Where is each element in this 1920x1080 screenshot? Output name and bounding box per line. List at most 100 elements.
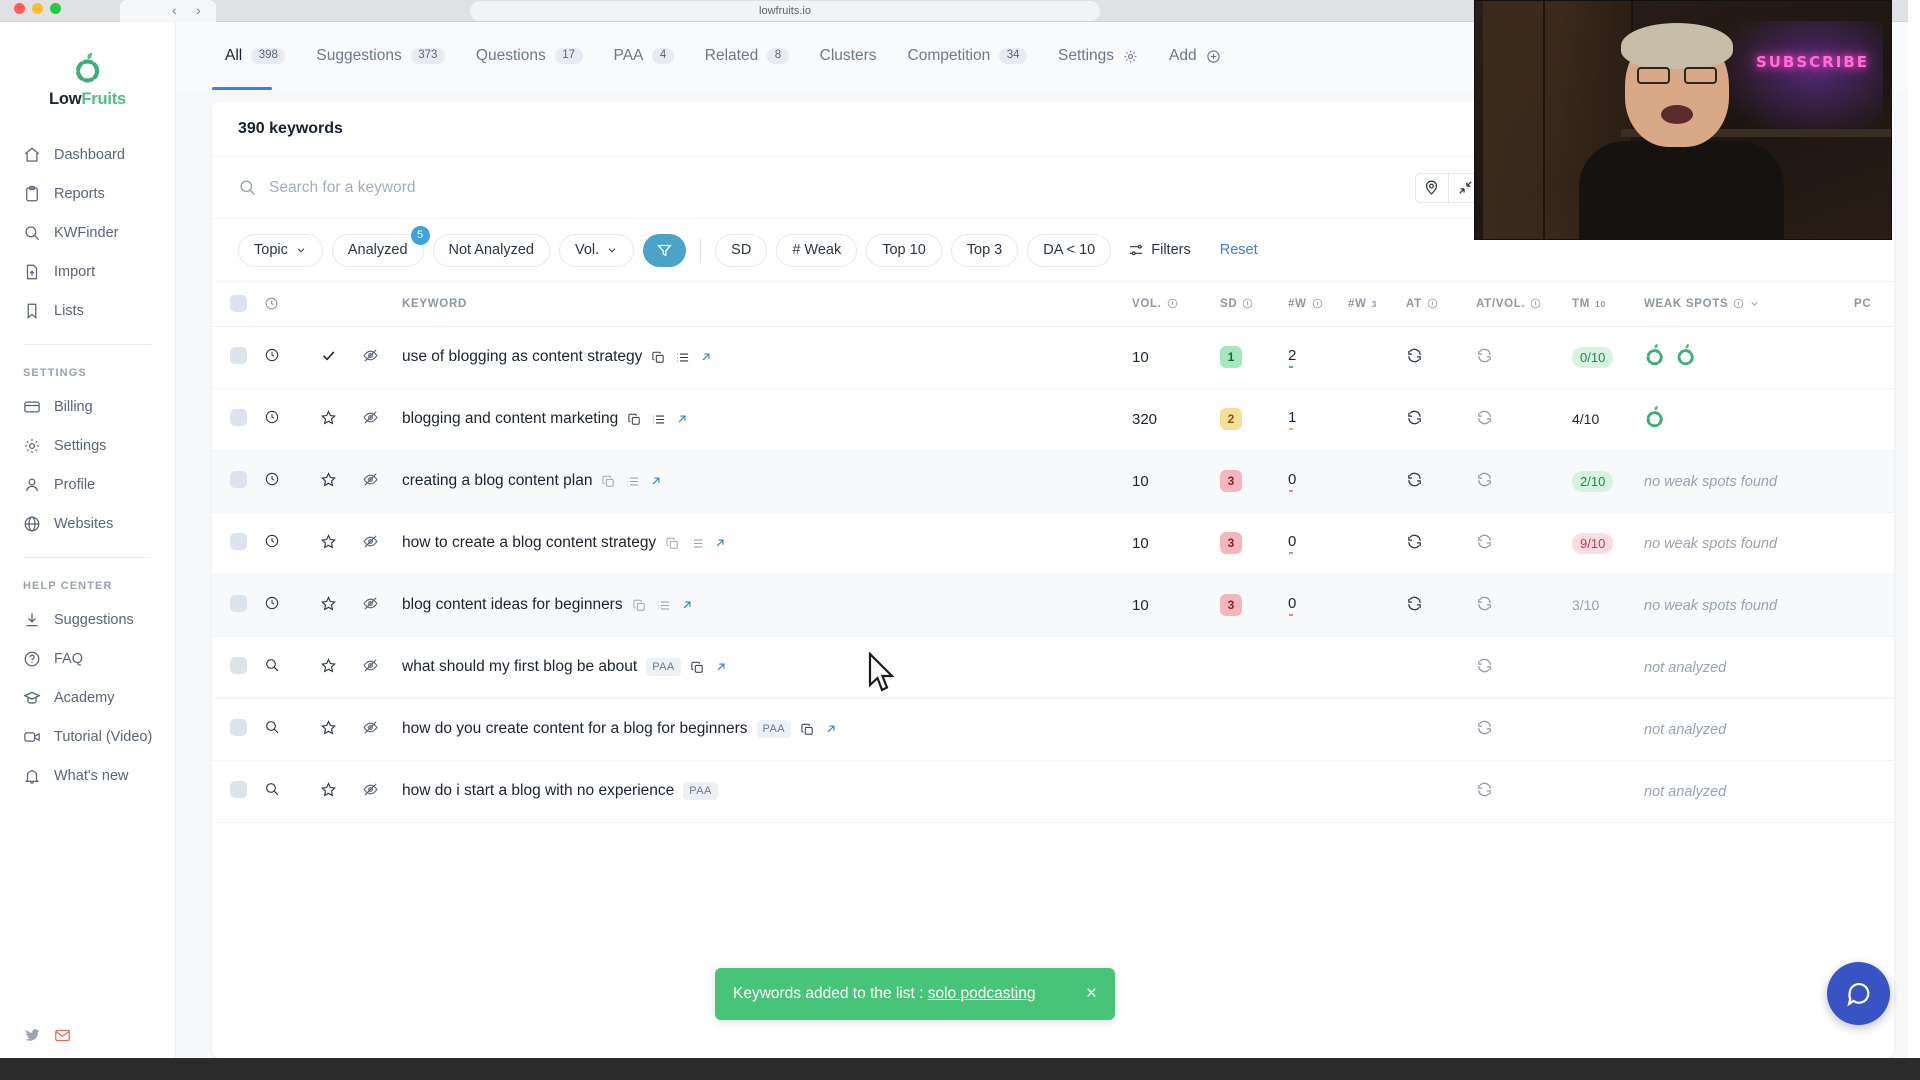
star-icon[interactable] (320, 719, 337, 736)
list-icon[interactable] (656, 598, 671, 613)
star-icon[interactable] (320, 409, 337, 426)
cell-at[interactable] (1406, 388, 1476, 451)
th-select-all[interactable] (212, 282, 264, 327)
filter-chip-vol[interactable]: Vol. (558, 233, 635, 267)
refresh-icon[interactable] (1476, 781, 1493, 798)
email-icon[interactable] (54, 1027, 71, 1044)
filter-chip-topic[interactable]: Topic (238, 233, 323, 267)
search-icon[interactable] (264, 719, 280, 735)
cell-weak-count[interactable]: 2 (1288, 326, 1348, 389)
refresh-icon[interactable] (1406, 533, 1423, 550)
cell-hide[interactable] (362, 698, 402, 761)
cell-keyword[interactable]: how do i start a blog with no experience… (402, 760, 1132, 823)
cell-select[interactable] (212, 636, 264, 699)
toast-close-icon[interactable]: × (1086, 983, 1097, 1005)
refresh-icon[interactable] (1476, 595, 1493, 612)
cell-at-vol[interactable] (1476, 698, 1572, 761)
cell-select[interactable] (212, 512, 264, 575)
th-vol[interactable]: VOL. (1132, 282, 1220, 327)
cell-status[interactable] (320, 574, 362, 637)
table-row[interactable]: how to create a blog content strategy 10… (212, 512, 1894, 575)
cell-at-vol[interactable] (1476, 760, 1572, 823)
refresh-icon[interactable] (1406, 471, 1423, 488)
sidebar-item-academy[interactable]: Academy (14, 678, 161, 717)
list-icon[interactable] (689, 536, 704, 551)
eye-off-icon[interactable] (362, 533, 379, 550)
external-link-icon[interactable] (675, 412, 689, 426)
cell-history[interactable] (264, 512, 320, 575)
refresh-icon[interactable] (1406, 409, 1423, 426)
search-icon[interactable] (264, 781, 280, 797)
eye-off-icon[interactable] (362, 781, 379, 798)
cell-history[interactable] (264, 698, 320, 761)
list-icon[interactable] (651, 412, 666, 427)
reset-button[interactable]: Reset (1220, 242, 1258, 258)
tab-add[interactable]: Add (1156, 23, 1234, 89)
cell-select[interactable] (212, 388, 264, 451)
cell-select[interactable] (212, 574, 264, 637)
th-pc[interactable]: PC (1854, 282, 1894, 327)
copy-icon[interactable] (601, 474, 616, 489)
eye-off-icon[interactable] (362, 347, 379, 364)
th-keyword[interactable]: KEYWORD (402, 282, 1132, 327)
row-checkbox[interactable] (230, 780, 247, 798)
list-icon[interactable] (675, 350, 690, 365)
cell-status[interactable] (320, 636, 362, 699)
cell-history[interactable] (264, 636, 320, 699)
cell-keyword[interactable]: blog content ideas for beginners (402, 574, 1132, 637)
table-row[interactable]: creating a blog content plan 10 3 0 2/10… (212, 450, 1894, 513)
refresh-icon[interactable] (1476, 533, 1493, 550)
cell-hide[interactable] (362, 450, 402, 513)
sidebar-item-whats-new[interactable]: What's new (14, 756, 161, 795)
external-link-icon[interactable] (680, 598, 694, 612)
filter-chip-top10[interactable]: Top 10 (866, 233, 942, 267)
table-row[interactable]: what should my first blog be about PAA n… (212, 636, 1894, 699)
copy-icon[interactable] (800, 722, 815, 737)
eye-off-icon[interactable] (362, 471, 379, 488)
cell-at-vol[interactable] (1476, 574, 1572, 637)
location-pin-button[interactable] (1414, 172, 1449, 203)
clock-icon[interactable] (264, 595, 280, 611)
tab-competition[interactable]: Competition 34 (895, 23, 1041, 89)
cell-at-vol[interactable] (1476, 512, 1572, 575)
th-weak-spots[interactable]: WEAK SPOTS (1644, 282, 1854, 327)
refresh-icon[interactable] (1406, 595, 1423, 612)
forward-arrow-icon[interactable]: › (196, 2, 201, 18)
cell-select[interactable] (212, 326, 264, 389)
eye-off-icon[interactable] (362, 719, 379, 736)
cell-hide[interactable] (362, 574, 402, 637)
clock-icon[interactable] (264, 409, 280, 425)
cell-keyword[interactable]: creating a blog content plan (402, 450, 1132, 513)
toast-list-link[interactable]: solo podcasting (928, 985, 1036, 1002)
th-sd[interactable]: SD (1220, 282, 1288, 327)
th-weak-count-top3[interactable]: #W 3 (1348, 282, 1406, 327)
copy-icon[interactable] (690, 660, 705, 675)
maximize-window-button[interactable] (50, 3, 61, 14)
cell-hide[interactable] (362, 512, 402, 575)
external-link-icon[interactable] (699, 350, 713, 364)
sidebar-item-profile[interactable]: Profile (14, 465, 161, 504)
sidebar-item-faq[interactable]: FAQ (14, 639, 161, 678)
tab-all[interactable]: All 398 (212, 23, 298, 89)
row-checkbox[interactable] (230, 532, 247, 550)
list-icon[interactable] (625, 474, 640, 489)
star-icon[interactable] (320, 533, 337, 550)
sidebar-item-import[interactable]: Import (14, 252, 161, 291)
cell-history[interactable] (264, 388, 320, 451)
filter-chip-weak[interactable]: # Weak (776, 233, 858, 267)
filter-chip-not-analyzed[interactable]: Not Analyzed (432, 233, 550, 267)
sidebar-item-reports[interactable]: Reports (14, 174, 161, 213)
clock-icon[interactable] (264, 347, 280, 363)
cell-history[interactable] (264, 326, 320, 389)
cell-history[interactable] (264, 760, 320, 823)
sidebar-item-kwfinder[interactable]: KWFinder (14, 213, 161, 252)
th-history[interactable] (264, 282, 320, 327)
copy-icon[interactable] (651, 350, 666, 365)
tab-suggestions[interactable]: Suggestions 373 (303, 23, 458, 89)
row-checkbox[interactable] (230, 594, 247, 612)
copy-icon[interactable] (665, 536, 680, 551)
table-row[interactable]: blog content ideas for beginners 10 3 0 … (212, 574, 1894, 637)
cell-hide[interactable] (362, 636, 402, 699)
cell-at[interactable] (1406, 326, 1476, 389)
copy-icon[interactable] (632, 598, 647, 613)
